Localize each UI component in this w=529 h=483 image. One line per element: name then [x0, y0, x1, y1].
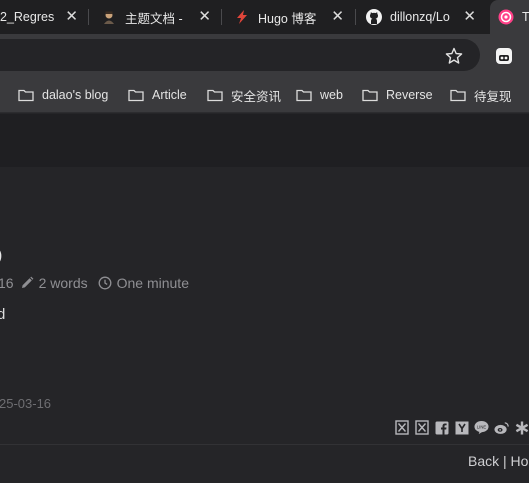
word-count: 2 words — [38, 275, 88, 291]
twitter-share-icon[interactable] — [394, 420, 409, 435]
bolt-icon — [234, 9, 250, 25]
close-icon[interactable]: ✕ — [331, 9, 344, 24]
site-header — [0, 114, 529, 167]
post-footer-nav[interactable]: Back | Ho — [468, 453, 528, 469]
tab-title: 2_Regres — [0, 10, 55, 24]
tab-strip: 2_Regres ✕ 主题文档 - ✕ Hugo 博客 ✕ dillonzq/L… — [0, 0, 529, 34]
facebook-share-icon[interactable] — [434, 420, 449, 435]
bookmark-label: Reverse — [386, 88, 433, 102]
asterisk-share-icon[interactable] — [514, 420, 529, 435]
tab-title: Hugo 博客 — [258, 11, 317, 26]
tab-2[interactable]: 主题文档 - ✕ — [95, 0, 221, 34]
tab-title: dillonzq/Lo — [390, 10, 450, 24]
bookmarks-bar: dalao's blog Article 安全资讯 web Reverse 待复… — [0, 78, 529, 113]
reading-time: One minute — [116, 275, 189, 291]
bookmark-label: 待复现 — [474, 89, 512, 104]
hackernews-share-icon[interactable] — [454, 420, 469, 435]
bookmark-star-icon[interactable] — [444, 46, 464, 66]
post-title: ) — [0, 247, 2, 265]
footer-divider — [0, 444, 529, 445]
folder-icon — [296, 89, 312, 102]
tab-separator — [221, 9, 222, 25]
share-buttons: LINE — [394, 420, 529, 435]
extension-icon[interactable] — [494, 45, 516, 67]
folder-icon — [18, 89, 34, 102]
line-share-icon[interactable]: LINE — [474, 420, 489, 435]
bookmark-label: 安全资讯 — [231, 89, 282, 104]
close-icon[interactable]: ✕ — [463, 9, 476, 24]
tab-5-active[interactable]: T — [490, 0, 529, 34]
folder-icon — [450, 89, 466, 102]
bookmark-folder-dalao-blog[interactable]: dalao's blog — [18, 84, 108, 106]
svg-text:LINE: LINE — [477, 424, 487, 429]
post-body: d — [0, 306, 6, 323]
avatar-icon — [101, 9, 117, 25]
post-content — [0, 167, 529, 483]
tab-title: 主题文档 - — [125, 11, 183, 26]
browser-toolbar — [0, 34, 529, 78]
weibo-share-icon[interactable] — [494, 420, 509, 435]
bookmark-folder-security-news[interactable]: 安全资讯 — [207, 84, 281, 106]
tab-4[interactable]: dillonzq/Lo ✕ — [362, 0, 486, 34]
close-icon[interactable]: ✕ — [198, 9, 211, 24]
post-meta: 16 2 words One minute — [0, 275, 189, 291]
bookmark-label: dalao's blog — [42, 88, 109, 102]
tab-1[interactable]: 2_Regres ✕ — [0, 0, 88, 34]
folder-icon — [128, 89, 144, 102]
pencil-icon — [21, 276, 33, 288]
address-bar[interactable] — [0, 39, 480, 71]
bookmark-label: web — [320, 88, 343, 102]
tab-separator — [355, 9, 356, 25]
hugo-icon — [498, 9, 514, 25]
clock-icon — [98, 276, 112, 290]
bookmark-folder-article[interactable]: Article — [128, 84, 187, 106]
updated-date: 25-03-16 — [0, 396, 52, 411]
github-icon — [366, 9, 382, 25]
folder-icon — [362, 89, 378, 102]
bookmark-folder-reverse[interactable]: Reverse — [362, 84, 433, 106]
bookmark-folder-web[interactable]: web — [296, 84, 343, 106]
tab-separator — [88, 9, 89, 25]
bookmark-label: Article — [152, 88, 187, 102]
x-share-icon[interactable] — [414, 420, 429, 435]
folder-icon — [207, 89, 223, 102]
tab-3[interactable]: Hugo 博客 ✕ — [228, 0, 354, 34]
tab-title: T — [522, 10, 529, 24]
bookmark-folder-to-reproduce[interactable]: 待复现 — [450, 84, 512, 106]
post-date: 16 — [0, 275, 14, 291]
close-icon[interactable]: ✕ — [65, 9, 78, 24]
